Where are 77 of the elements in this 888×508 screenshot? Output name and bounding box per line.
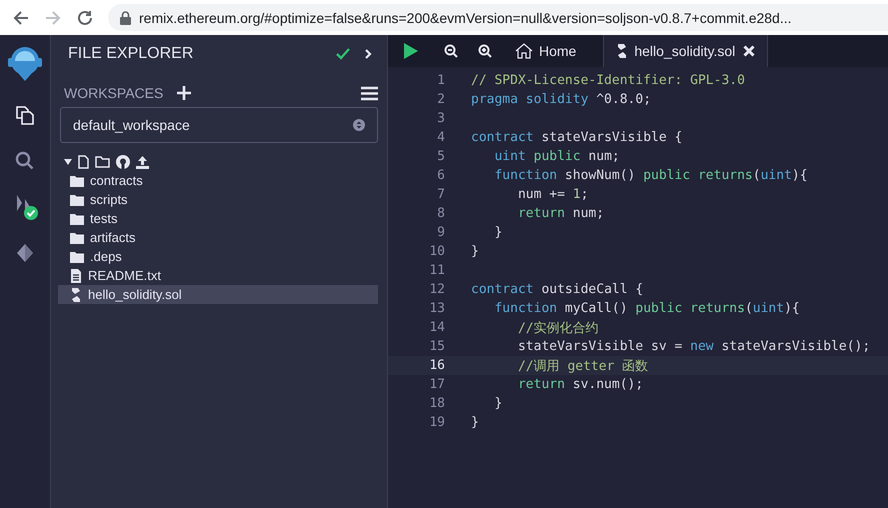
code-line: //实例化合约 — [516, 320, 599, 336]
chevron-right-icon[interactable] — [364, 48, 372, 60]
document-icon — [70, 268, 82, 282]
search-icon[interactable] — [15, 151, 35, 171]
zoom-out-icon — [444, 44, 458, 58]
solidity-icon — [70, 288, 82, 302]
line-number: 6 — [436, 168, 445, 183]
line-number: 11 — [428, 263, 445, 278]
code-line: stateVarsVisible sv = new stateVarsVisible(); — [516, 339, 870, 354]
code-line: function showNum() public returns(uint){ — [493, 168, 808, 183]
file-tree-item[interactable]: .deps — [58, 247, 378, 266]
line-number: 8 — [436, 206, 445, 221]
code-line: } — [471, 415, 479, 430]
workspaces-label: WORKSPACES — [64, 85, 164, 101]
new-folder-icon[interactable] — [95, 156, 110, 168]
line-number: 18 — [428, 396, 445, 411]
new-file-icon[interactable] — [78, 155, 89, 169]
code-line: return num; — [516, 206, 604, 221]
line-number: 3 — [436, 111, 445, 126]
line-number: 17 — [428, 377, 445, 392]
file-tree-item[interactable]: hello_solidity.sol — [58, 285, 378, 304]
code-line: } — [471, 244, 479, 259]
editor-tab[interactable]: Home — [502, 35, 590, 67]
code-line: } — [493, 225, 502, 240]
folder-icon — [70, 232, 84, 244]
zoom-in-icon — [478, 44, 492, 58]
code-line: } — [493, 396, 502, 411]
file-tree-item[interactable]: scripts — [58, 190, 378, 209]
line-number: 7 — [436, 187, 445, 202]
line-number: 14 — [428, 320, 445, 335]
code-line: pragma solidity ^0.8.0; — [471, 92, 652, 107]
play-icon — [404, 43, 418, 59]
file-tree-item[interactable]: contracts — [58, 171, 378, 190]
line-number: 10 — [428, 244, 445, 259]
code-line: // SPDX-License-Identifier: GPL-3.0 — [471, 73, 745, 88]
code-line: //调用 getter 函数 — [516, 358, 648, 374]
deploy-icon[interactable] — [14, 242, 36, 264]
home-icon — [515, 43, 533, 59]
folder-icon — [70, 194, 84, 206]
file-tree-item[interactable]: README.txt — [58, 266, 378, 285]
plus-icon[interactable] — [177, 86, 192, 100]
line-number: 4 — [436, 130, 445, 145]
code-line: contract outsideCall { — [471, 282, 644, 297]
reload-icon[interactable] — [76, 8, 94, 26]
line-number: 5 — [436, 149, 445, 164]
line-number: 13 — [428, 301, 445, 316]
address-bar[interactable]: remix.ethereum.org/#optimize=false&runs=200&evmVersion=null&version=soljson-v0.8.7+commit.e28d... — [108, 4, 888, 31]
file-tree-item[interactable]: artifacts — [58, 228, 378, 247]
line-number: 15 — [428, 339, 445, 354]
sort-icon — [353, 119, 365, 131]
line-number: 16 — [428, 358, 445, 373]
line-number: 12 — [428, 282, 445, 297]
code-line: uint public num; — [493, 149, 620, 164]
upload-icon[interactable] — [136, 156, 149, 168]
editor-tab[interactable]: hello_solidity.sol — [603, 35, 768, 67]
close-icon[interactable] — [743, 45, 756, 57]
check-icon — [336, 48, 350, 60]
solidity-icon — [616, 44, 628, 58]
code-line: return sv.num(); — [516, 377, 644, 392]
menu-icon[interactable] — [361, 86, 378, 100]
line-number: 9 — [436, 225, 445, 240]
line-number: 1 — [436, 73, 445, 88]
code-line: num += 1; — [516, 187, 588, 202]
workspace-select[interactable]: default_workspace — [60, 107, 378, 143]
caret-down-icon[interactable] — [64, 159, 72, 165]
back-icon[interactable] — [12, 8, 30, 26]
folder-icon — [70, 212, 84, 224]
panel-title: FILE EXPLORER — [68, 45, 194, 63]
code-line: contract stateVarsVisible { — [471, 130, 682, 145]
folder-icon — [70, 250, 84, 262]
lock-icon — [120, 10, 131, 24]
folder-icon — [70, 174, 84, 186]
code-line: function myCall() public returns(uint){ — [493, 301, 800, 316]
line-number: 2 — [436, 92, 445, 107]
files-icon[interactable] — [14, 104, 36, 126]
line-number: 19 — [428, 415, 445, 430]
file-tree-item[interactable]: tests — [58, 209, 378, 228]
